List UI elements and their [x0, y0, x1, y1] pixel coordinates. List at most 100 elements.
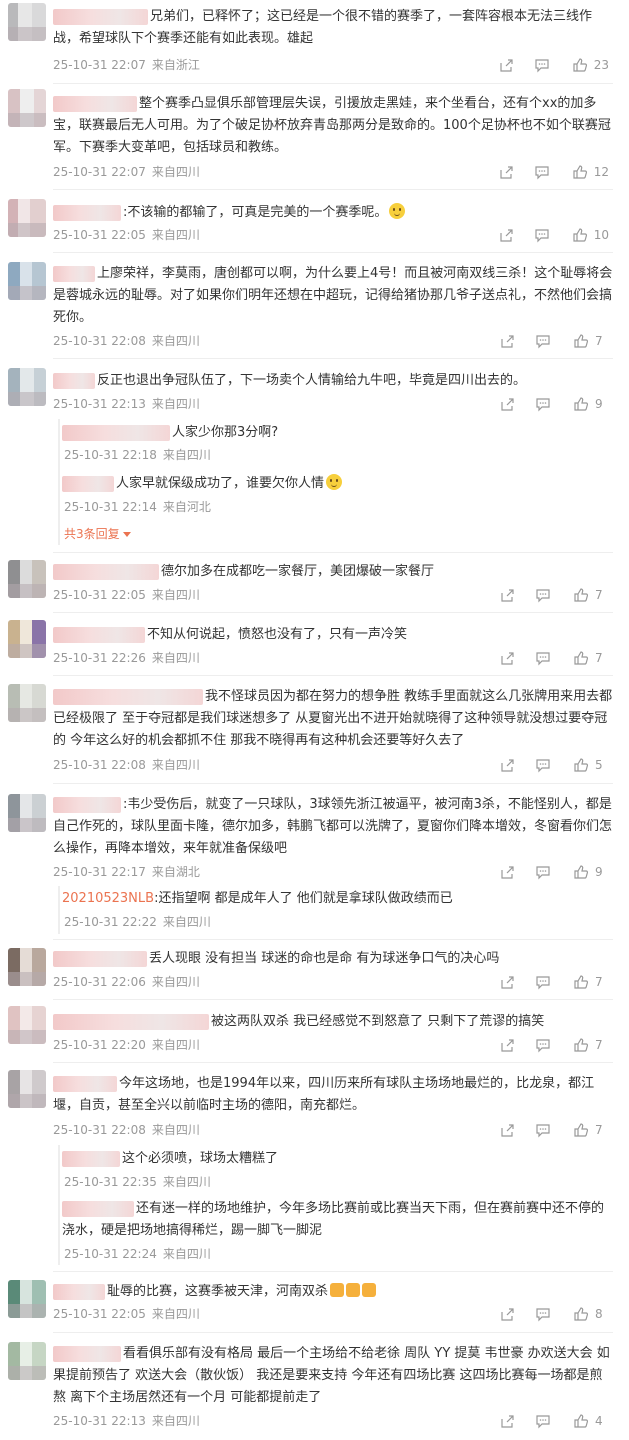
username-blurred[interactable]: [62, 1150, 120, 1167]
reply-location: 来自四川: [162, 448, 211, 462]
comment-text: 德尔加多在成都吃一家餐厅，美团爆破一家餐厅: [161, 564, 435, 579]
share-button[interactable]: [498, 164, 514, 180]
share-icon: [500, 166, 513, 179]
avatar[interactable]: [8, 1070, 46, 1108]
share-button[interactable]: [498, 227, 514, 243]
username-blurred[interactable]: [53, 1283, 105, 1300]
comment-button[interactable]: [535, 1037, 551, 1053]
comment-button[interactable]: [535, 1306, 551, 1322]
share-button[interactable]: [499, 757, 515, 773]
like-button[interactable]: 4: [573, 1413, 609, 1429]
username-blurred[interactable]: [53, 265, 95, 282]
comment-meta: 25-10-31 22:05 来自四川: [53, 586, 206, 604]
share-button[interactable]: [499, 974, 515, 990]
thumb-down-emoji-icon: [362, 1283, 377, 1297]
username-blurred[interactable]: [53, 204, 121, 221]
like-button[interactable]: 7: [573, 333, 609, 349]
comment-button[interactable]: [535, 757, 551, 773]
comment-button[interactable]: [535, 587, 551, 603]
comment-button[interactable]: [535, 1413, 551, 1429]
comment-button[interactable]: [535, 974, 551, 990]
username-blurred[interactable]: [53, 796, 121, 813]
username-blurred[interactable]: [53, 8, 148, 25]
like-button[interactable]: 8: [573, 1306, 609, 1322]
avatar[interactable]: [8, 1006, 46, 1044]
share-button[interactable]: [499, 587, 515, 603]
share-icon: [501, 1039, 514, 1052]
share-button[interactable]: [499, 1037, 515, 1053]
like-button[interactable]: 9: [573, 864, 609, 880]
comment-button[interactable]: [535, 650, 551, 666]
avatar[interactable]: [8, 684, 46, 722]
avatar[interactable]: [8, 3, 46, 41]
like-count: 7: [595, 588, 603, 602]
username-blurred[interactable]: [62, 1200, 134, 1217]
comment-location: 来自四川: [151, 1414, 200, 1428]
comment-button[interactable]: [535, 1122, 551, 1138]
comment-button[interactable]: [534, 164, 550, 180]
like-button[interactable]: 5: [573, 757, 609, 773]
username-blurred[interactable]: [62, 424, 170, 441]
username-blurred[interactable]: [62, 475, 114, 492]
comment-meta: 25-10-31 22:13 来自四川: [53, 1412, 206, 1430]
comment-button[interactable]: [535, 864, 551, 880]
like-button[interactable]: 12: [572, 164, 609, 180]
like-button[interactable]: 9: [573, 396, 609, 412]
username-blurred[interactable]: [53, 95, 137, 112]
comment-location: 来自四川: [151, 1038, 200, 1052]
avatar[interactable]: [8, 1280, 46, 1318]
comment-button[interactable]: [535, 333, 551, 349]
share-button[interactable]: [499, 396, 515, 412]
share-button[interactable]: [499, 864, 515, 880]
comment-button[interactable]: [534, 227, 550, 243]
comment-meta: 25-10-31 22:20 来自四川: [53, 1036, 206, 1054]
avatar[interactable]: [8, 948, 46, 986]
avatar[interactable]: [8, 368, 46, 406]
username-blurred[interactable]: [53, 1345, 121, 1362]
username-blurred[interactable]: [53, 1075, 117, 1092]
like-button[interactable]: 7: [573, 587, 609, 603]
avatar[interactable]: [8, 620, 46, 658]
avatar[interactable]: [8, 560, 46, 598]
reply-text-row: 这个必须喷，球场太糟糕了: [62, 1148, 610, 1170]
username-blurred[interactable]: [53, 372, 95, 389]
avatar[interactable]: [8, 199, 46, 237]
avatar[interactable]: [8, 794, 46, 832]
share-button[interactable]: [498, 57, 514, 73]
avatar[interactable]: [8, 89, 46, 127]
username-blurred[interactable]: [53, 563, 159, 580]
like-button[interactable]: 7: [573, 974, 609, 990]
comment-button[interactable]: [535, 396, 551, 412]
share-button[interactable]: [499, 1122, 515, 1138]
comment-time: 25-10-31 22:07: [53, 165, 146, 179]
share-button[interactable]: [499, 1413, 515, 1429]
comment-button[interactable]: [534, 57, 550, 73]
reply-text: 还有迷一样的场地维护，今年多场比赛前或比赛当天下雨，但在赛前赛中还不停的浇水，硬…: [62, 1201, 605, 1238]
username-blurred[interactable]: [53, 688, 203, 705]
comment-text-row: 德尔加多在成都吃一家餐厅，美团爆破一家餐厅: [53, 561, 613, 583]
like-button[interactable]: 7: [573, 1122, 609, 1138]
avatar[interactable]: [8, 1342, 46, 1380]
username-blurred[interactable]: [53, 950, 147, 967]
username-blurred[interactable]: [53, 626, 145, 643]
share-button[interactable]: [499, 1306, 515, 1322]
comment-location: 来自四川: [151, 228, 200, 242]
reply-username[interactable]: 20210523NLB: [62, 891, 154, 906]
like-button[interactable]: 7: [573, 650, 609, 666]
like-button[interactable]: 10: [572, 227, 609, 243]
like-button[interactable]: 7: [573, 1037, 609, 1053]
comment-icon: [536, 1124, 550, 1138]
like-count: 9: [595, 865, 603, 879]
chevron-down-icon: [122, 532, 131, 537]
comment-text: 丢人现眼 没有担当 球迷的命也是命 有为球迷争口气的决心吗: [149, 951, 500, 966]
more-replies-link[interactable]: 共3条回复: [64, 525, 131, 542]
username-blurred[interactable]: [53, 1013, 209, 1030]
thumb-up-icon: [574, 588, 589, 602]
comment-text: :韦少受伤后，就变了一只球队，3球领先浙江被逼平，被河南3杀，不能怪别人，都是自…: [53, 797, 613, 856]
share-icon: [501, 1415, 514, 1428]
comment-location: 来自四川: [151, 1307, 200, 1321]
avatar[interactable]: [8, 262, 46, 300]
share-button[interactable]: [499, 650, 515, 666]
share-button[interactable]: [499, 333, 515, 349]
like-button[interactable]: 23: [572, 57, 609, 73]
